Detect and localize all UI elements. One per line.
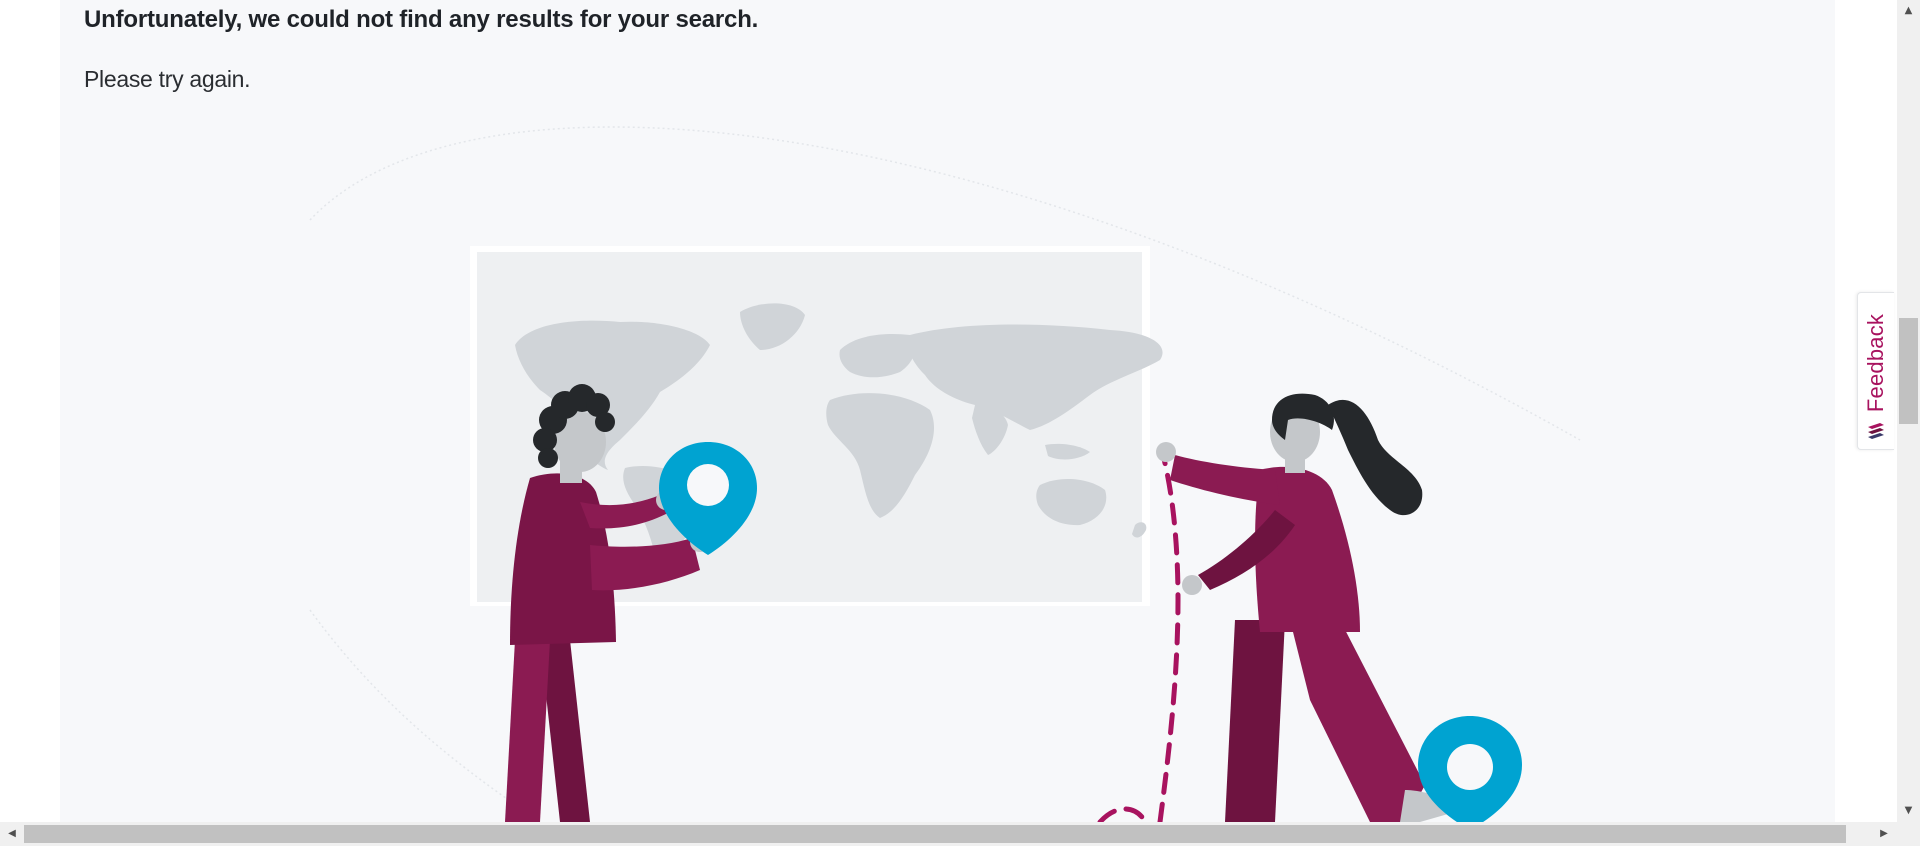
- decorative-arc: [309, 609, 541, 822]
- horizontal-scrollbar-thumb[interactable]: [24, 825, 1846, 843]
- feedback-label: Feedback: [1863, 313, 1888, 413]
- no-results-panel: Unfortunately, we could not find any res…: [60, 0, 1835, 822]
- woman-hand: [1182, 575, 1202, 595]
- page: Unfortunately, we could not find any res…: [0, 0, 1920, 846]
- woman-figure: [1156, 393, 1455, 822]
- scroll-right-arrow-icon[interactable]: ▶: [1872, 822, 1896, 846]
- man-leg-front: [505, 640, 550, 822]
- no-results-subtext: Please try again.: [84, 66, 251, 92]
- no-results-heading: Unfortunately, we could not find any res…: [84, 6, 759, 33]
- scroll-up-arrow-icon[interactable]: ▲: [1897, 0, 1920, 22]
- woman-arm-front: [1170, 455, 1280, 505]
- vertical-scrollbar-thumb[interactable]: [1899, 318, 1918, 424]
- scroll-left-arrow-icon[interactable]: ◀: [0, 822, 24, 846]
- woman-leg-back: [1225, 620, 1285, 822]
- vertical-scrollbar[interactable]: ▲ ▼: [1897, 0, 1920, 822]
- no-results-illustration: [309, 126, 1581, 822]
- woman-ponytail: [1328, 399, 1423, 516]
- scroll-down-arrow-icon[interactable]: ▼: [1897, 800, 1920, 822]
- woman-hand: [1156, 442, 1176, 462]
- horizontal-scrollbar[interactable]: ◀ ▶: [0, 822, 1920, 846]
- scrollbar-corner: [1896, 822, 1920, 846]
- feedback-logo-icon: [1868, 423, 1884, 439]
- feedback-tab[interactable]: Feedback: [1857, 292, 1894, 450]
